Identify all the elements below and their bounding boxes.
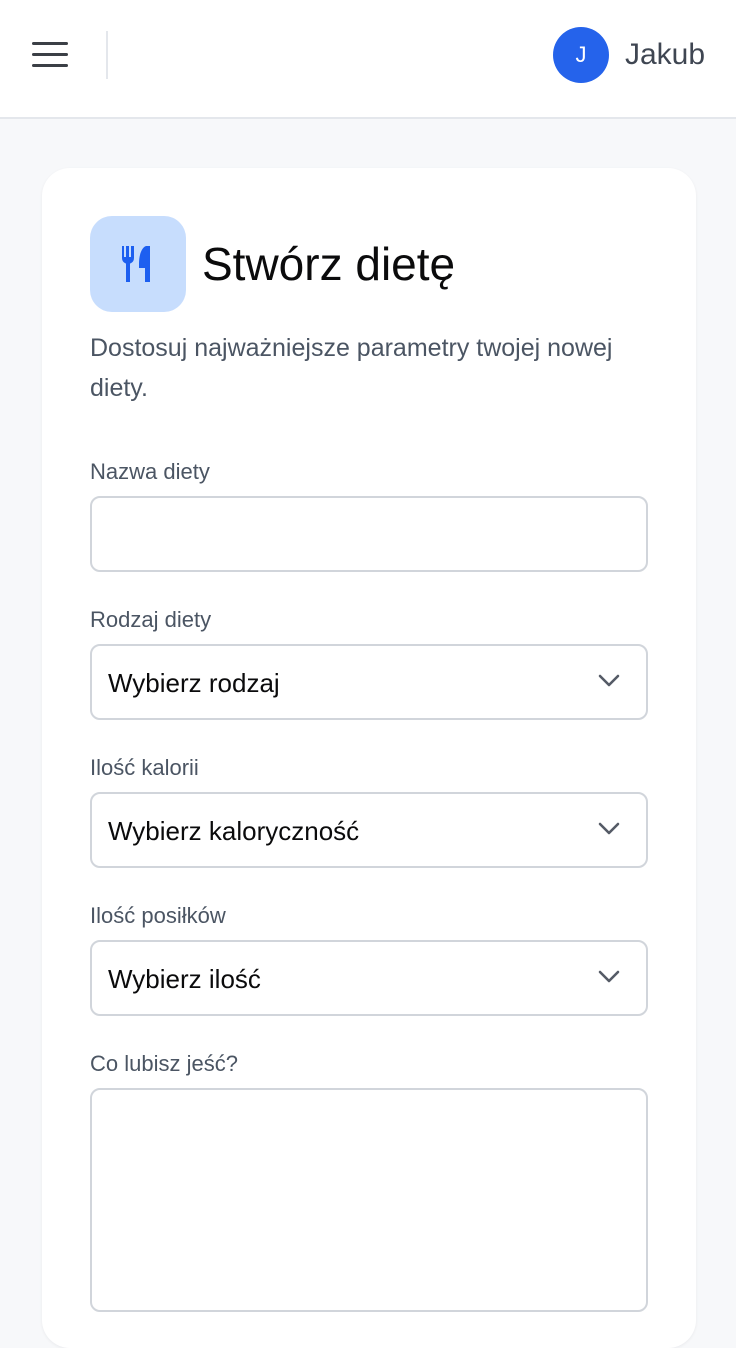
create-diet-card: Stwórz dietę Dostosuj najważniejsze para… — [42, 168, 696, 1348]
calories-value: Wybierz kaloryczność — [108, 816, 360, 846]
meals-label: Ilość posiłków — [90, 903, 226, 928]
calories-select[interactable]: Wybierz kaloryczność — [90, 792, 648, 868]
hamburger-line — [32, 42, 68, 45]
calories-label: Ilość kalorii — [90, 755, 199, 780]
hamburger-line — [32, 53, 68, 56]
fork-knife-icon — [122, 246, 150, 282]
utensils-icon — [90, 216, 186, 312]
food-preferences-textarea[interactable] — [90, 1088, 648, 1312]
food-preferences-label: Co lubisz jeść? — [90, 1051, 238, 1076]
hamburger-menu-icon[interactable] — [32, 42, 68, 68]
page-title: Stwórz dietę — [202, 238, 456, 290]
page-subtitle: Dostosuj najważniejsze parametry twojej … — [90, 334, 613, 402]
diet-type-value: Wybierz rodzaj — [108, 668, 280, 698]
meals-value: Wybierz ilość — [108, 964, 261, 994]
chevron-down-icon — [598, 970, 620, 983]
diet-name-input[interactable] — [90, 496, 648, 572]
avatar[interactable]: J — [553, 27, 609, 83]
chevron-down-icon — [598, 822, 620, 835]
meals-select[interactable]: Wybierz ilość — [90, 940, 648, 1016]
top-bar: J Jakub — [0, 0, 736, 119]
hamburger-line — [32, 64, 68, 67]
diet-type-label: Rodzaj diety — [90, 607, 212, 632]
header-divider — [106, 31, 108, 79]
diet-type-select[interactable]: Wybierz rodzaj — [90, 644, 648, 720]
user-name[interactable]: Jakub — [625, 36, 705, 74]
chevron-down-icon — [598, 674, 620, 687]
diet-name-label: Nazwa diety — [90, 459, 210, 484]
